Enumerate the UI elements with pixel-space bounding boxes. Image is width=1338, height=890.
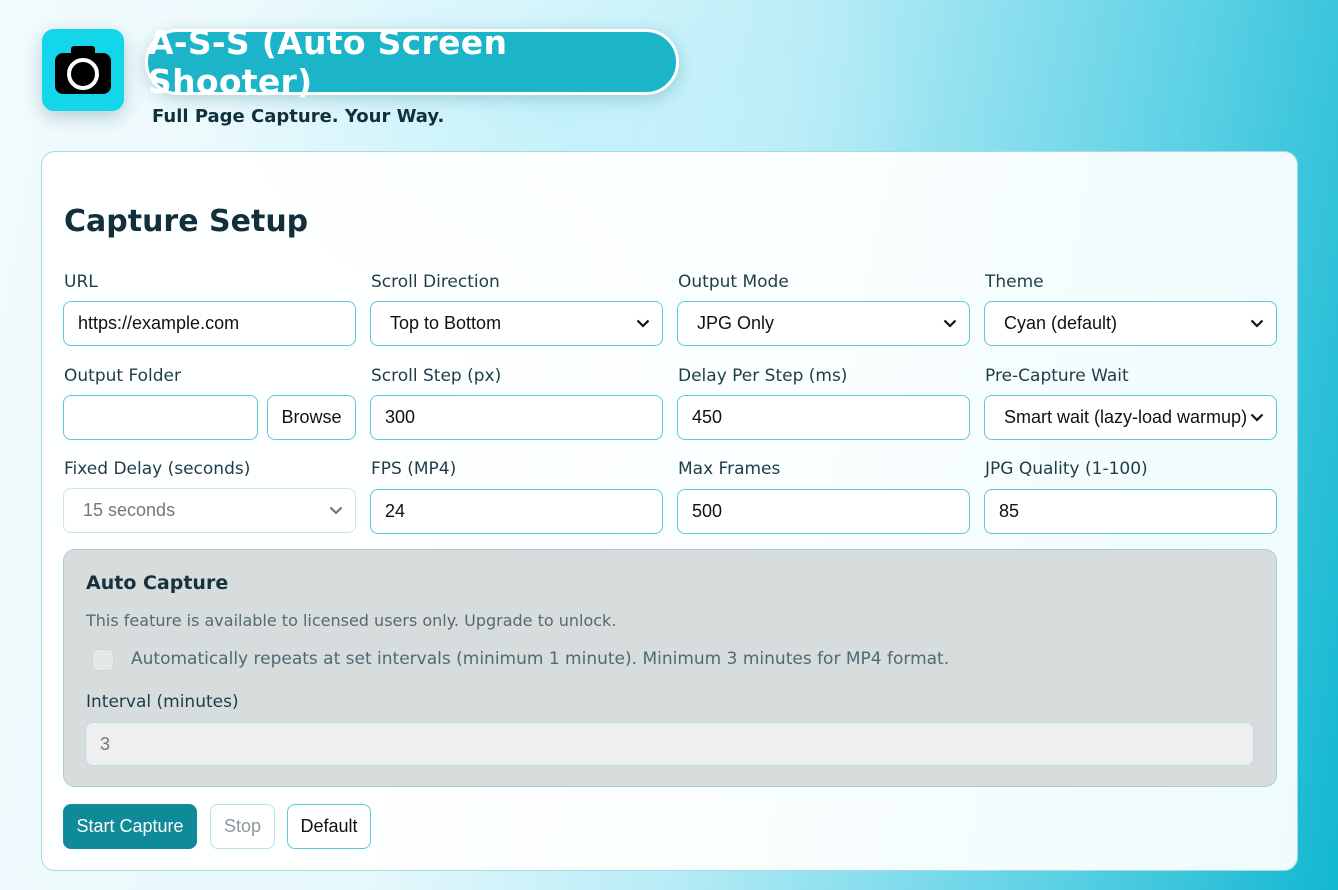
auto-capture-panel: Auto Capture This feature is available t… <box>63 549 1277 787</box>
pre-capture-wait-label: Pre-Capture Wait <box>985 366 1129 386</box>
license-note: This feature is available to licensed us… <box>86 611 617 630</box>
output-mode-label: Output Mode <box>678 272 789 292</box>
fps-label: FPS (MP4) <box>371 459 457 479</box>
chevron-down-icon <box>325 500 347 522</box>
default-button[interactable]: Default <box>287 804 371 849</box>
fixed-delay-label: Fixed Delay (seconds) <box>64 459 251 479</box>
pre-capture-wait-select[interactable]: Smart wait (lazy-load warmup) <box>984 395 1277 440</box>
delay-per-step-input[interactable]: 450 <box>677 395 970 440</box>
url-label: URL <box>64 272 98 292</box>
stop-button[interactable]: Stop <box>210 804 275 849</box>
scroll-step-label: Scroll Step (px) <box>371 366 502 386</box>
scroll-direction-label: Scroll Direction <box>371 272 500 292</box>
browse-button[interactable]: Browse <box>267 395 356 440</box>
url-input[interactable]: https://example.com <box>63 301 356 346</box>
camera-icon <box>55 46 111 94</box>
capture-setup-panel: Capture Setup URL https://example.com Sc… <box>41 151 1298 871</box>
jpg-quality-input[interactable]: 85 <box>984 489 1277 534</box>
interval-label: Interval (minutes) <box>86 692 239 712</box>
chevron-down-icon <box>939 313 961 335</box>
theme-label: Theme <box>985 272 1044 292</box>
chevron-down-icon <box>632 313 654 335</box>
auto-repeat-label: Automatically repeats at set intervals (… <box>131 649 950 669</box>
chevron-down-icon <box>1246 407 1268 429</box>
delay-per-step-label: Delay Per Step (ms) <box>678 366 848 386</box>
auto-capture-title: Auto Capture <box>86 572 229 594</box>
section-title: Capture Setup <box>64 204 309 239</box>
start-capture-button[interactable]: Start Capture <box>63 804 197 849</box>
output-mode-select[interactable]: JPG Only <box>677 301 970 346</box>
interval-input[interactable]: 3 <box>85 722 1254 766</box>
max-frames-label: Max Frames <box>678 459 781 479</box>
theme-select[interactable]: Cyan (default) <box>984 301 1277 346</box>
max-frames-input[interactable]: 500 <box>677 489 970 534</box>
app-tagline: Full Page Capture. Your Way. <box>152 106 445 127</box>
jpg-quality-label: JPG Quality (1-100) <box>985 459 1148 479</box>
scroll-step-input[interactable]: 300 <box>370 395 663 440</box>
scroll-direction-select[interactable]: Top to Bottom <box>370 301 663 346</box>
fps-input[interactable]: 24 <box>370 489 663 534</box>
auto-repeat-checkbox[interactable] <box>92 649 114 671</box>
chevron-down-icon <box>1246 313 1268 335</box>
output-folder-input[interactable] <box>63 395 258 440</box>
app-logo <box>42 29 124 111</box>
app-title: A-S-S (Auto Screen Shooter) <box>145 23 679 101</box>
output-folder-label: Output Folder <box>64 366 181 386</box>
fixed-delay-select[interactable]: 15 seconds <box>63 488 356 533</box>
